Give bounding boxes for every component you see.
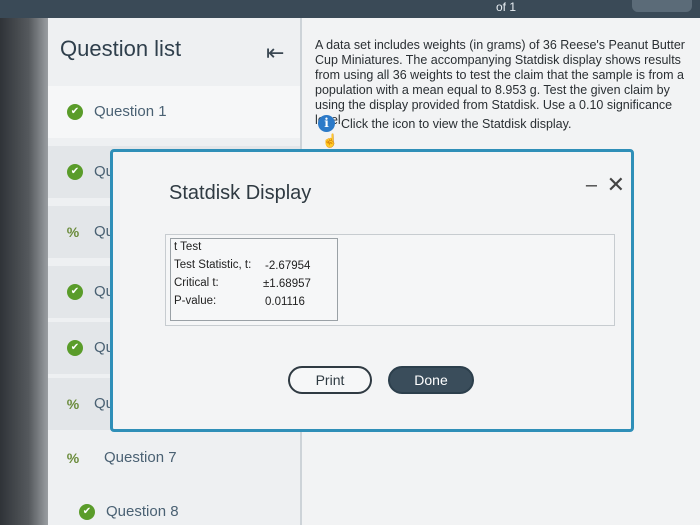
check-icon: ✔	[67, 104, 83, 120]
top-bar-pill	[632, 0, 692, 12]
question-item-7[interactable]: % Question 7	[48, 432, 300, 484]
statdisk-info-link[interactable]: i Click the icon to view the Statdisk di…	[318, 115, 571, 132]
check-icon: ✔	[79, 504, 95, 520]
screen-bezel-left	[0, 0, 48, 525]
question-label: Question 8	[106, 503, 179, 520]
check-icon: ✔	[67, 164, 83, 180]
critical-t-value: ±1.68957	[263, 278, 311, 290]
info-icon[interactable]: i	[318, 115, 335, 132]
question-label: Question 1	[94, 103, 167, 120]
partial-credit-icon: %	[66, 224, 80, 240]
done-button[interactable]: Done	[388, 366, 474, 394]
top-bar	[0, 0, 700, 18]
test-statistic-label: Test Statistic, t:	[174, 259, 252, 271]
minimize-icon[interactable]: –	[586, 174, 597, 197]
p-value: 0.01116	[265, 296, 305, 308]
close-icon[interactable]: ✕	[607, 172, 625, 198]
test-name: t Test	[174, 241, 202, 253]
test-statistic-value: -2.67954	[265, 260, 311, 272]
print-button[interactable]: Print	[288, 366, 372, 394]
check-icon: ✔	[67, 284, 83, 300]
dialog-title: Statdisk Display	[169, 182, 312, 204]
info-text: Click the icon to view the Statdisk disp…	[341, 116, 572, 131]
partial-credit-icon: %	[66, 450, 80, 466]
critical-t-label: Critical t:	[174, 277, 219, 289]
question-item-1[interactable]: ✔ Question 1	[48, 86, 300, 138]
p-value-label: P-value:	[174, 295, 217, 307]
statdisk-dialog: Statdisk Display – ✕ t Test Test Statist…	[110, 149, 634, 432]
check-icon: ✔	[67, 340, 83, 356]
results-panel: t Test Test Statistic, t: -2.67954 Criti…	[165, 234, 615, 326]
t-test-results: t Test Test Statistic, t: -2.67954 Criti…	[170, 238, 338, 321]
question-label: Question 7	[104, 449, 177, 466]
partial-credit-icon: %	[66, 396, 80, 412]
collapse-panel-icon[interactable]: ⇤	[266, 40, 284, 66]
page-count: of 1	[496, 0, 517, 14]
question-item-8[interactable]: ✔ Question 8	[48, 486, 300, 525]
question-list-title: Question list	[60, 36, 182, 61]
pointer-hand-icon: ☝	[322, 133, 339, 148]
